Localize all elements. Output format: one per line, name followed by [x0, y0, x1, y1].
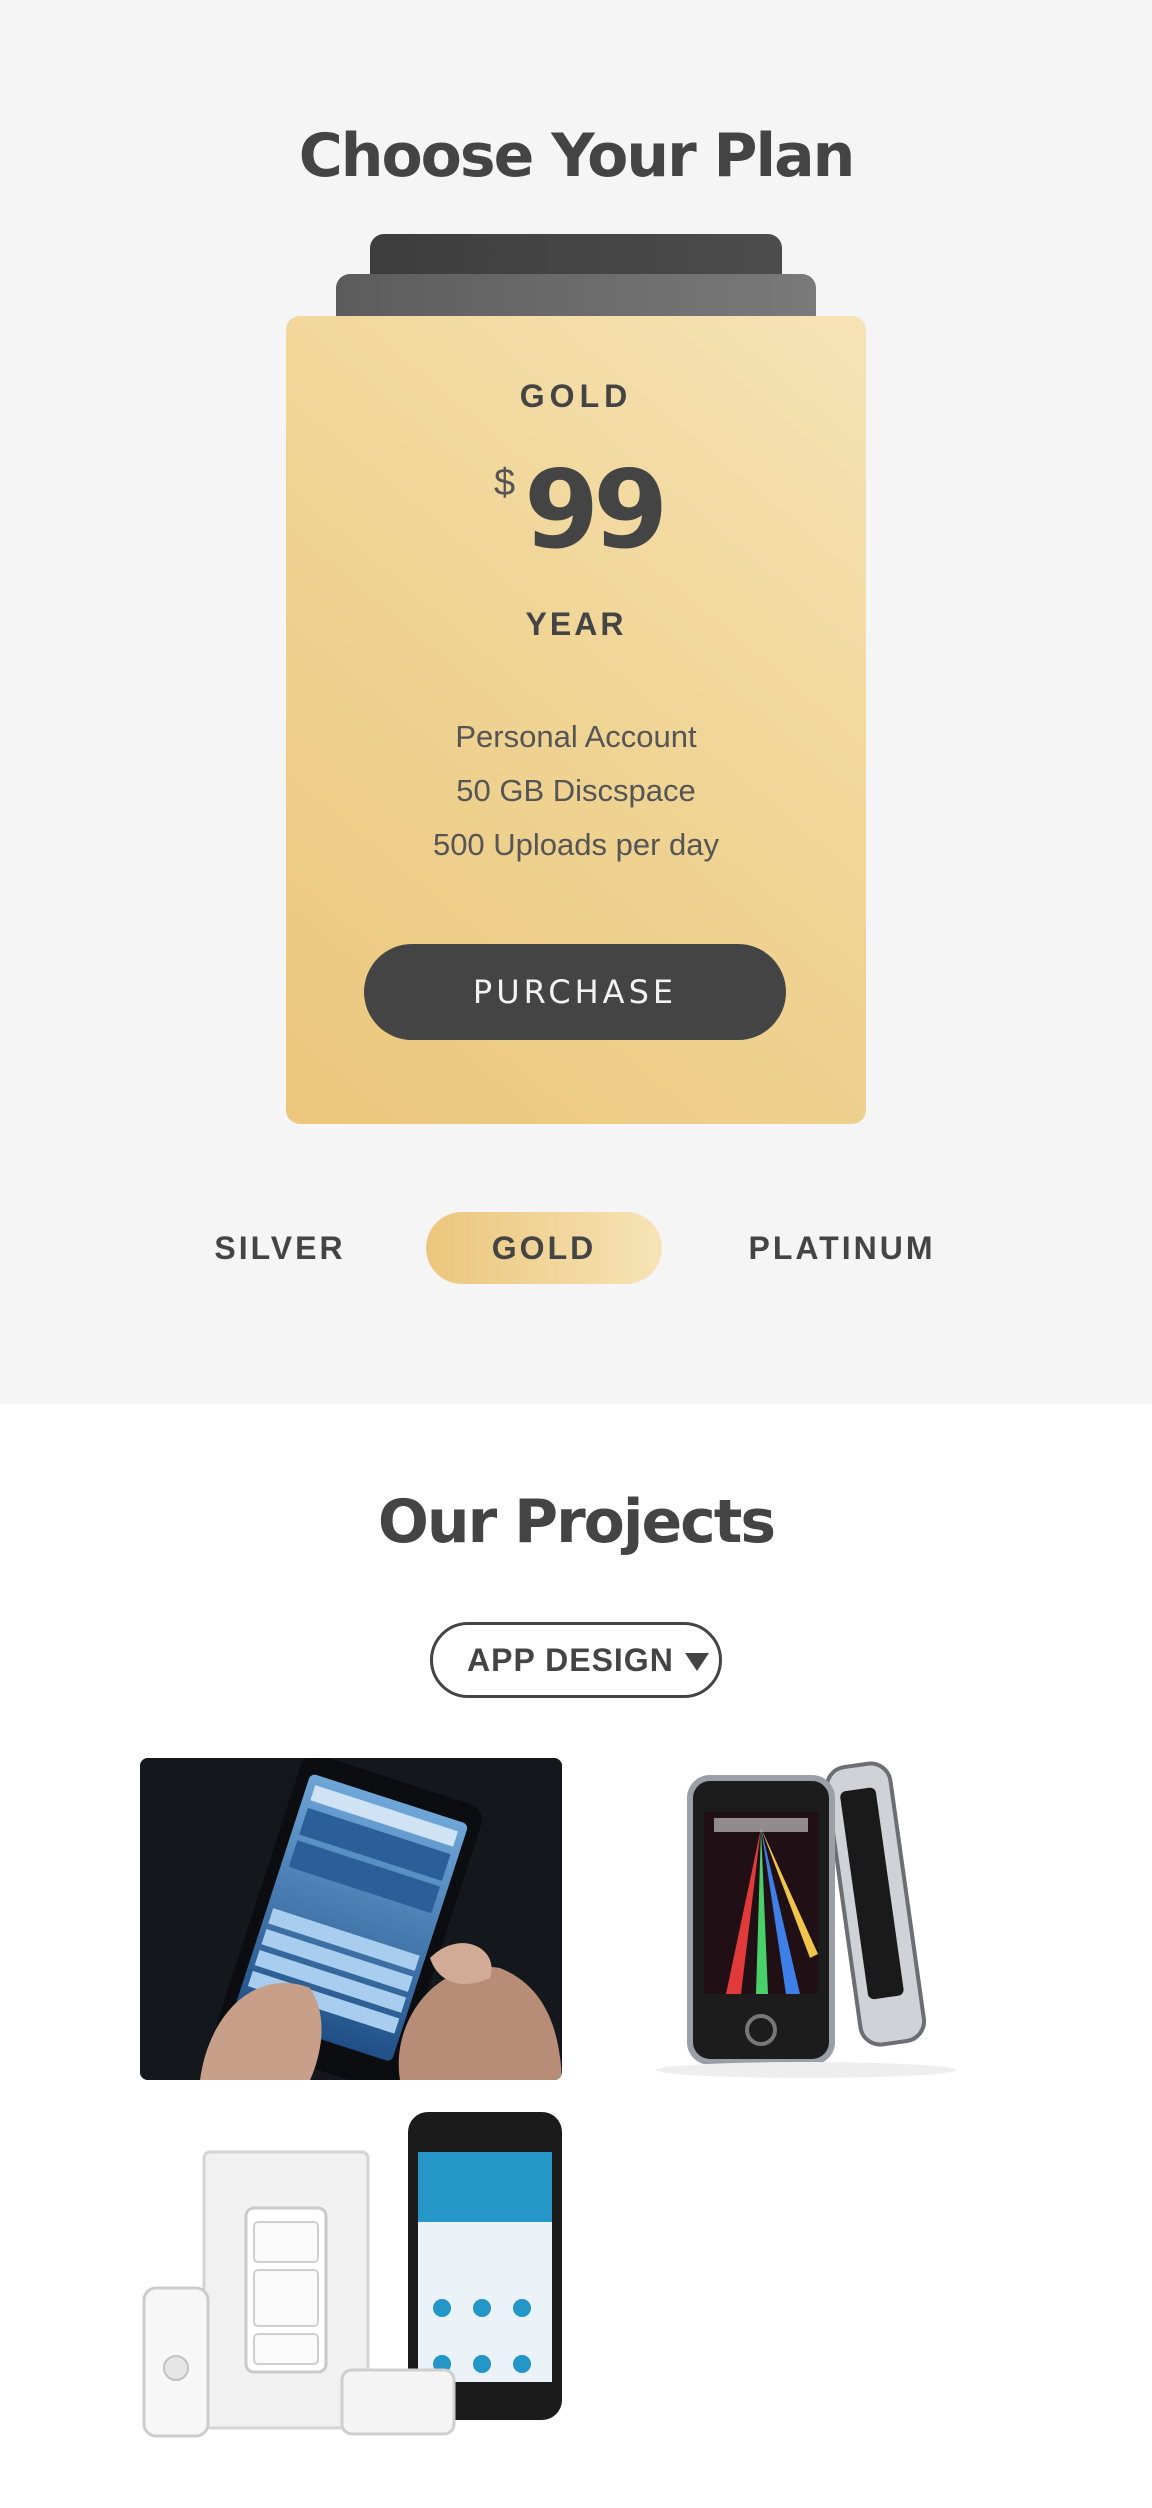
pricing-title: Choose Your Plan [298, 121, 856, 191]
feature-list: Personal Account 50 GB Discspace 500 Upl… [286, 710, 866, 872]
music-player-image [606, 1758, 1012, 2080]
projects-title: Our Projects [377, 1487, 776, 1557]
feature-item: 50 GB Discspace [456, 773, 696, 808]
purchase-button[interactable]: PURCHASE [364, 944, 786, 1040]
plan-tabs: SILVER GOLD PLATINUM [0, 1212, 1152, 1284]
price-amount: 99 [524, 448, 668, 573]
project-filter-dropdown[interactable]: APP DESIGN [430, 1622, 722, 1698]
price-currency: $ [494, 462, 516, 504]
project-thumbnail-smart-home[interactable] [140, 2112, 562, 2442]
price-period: YEAR [525, 606, 627, 642]
project-thumbnail-phone-keyboard[interactable] [140, 1758, 562, 2080]
tab-gold[interactable]: GOLD [426, 1212, 662, 1284]
tab-platinum[interactable]: PLATINUM [738, 1212, 946, 1284]
feature-item: Personal Account [455, 719, 697, 754]
feature-item: 500 Uploads per day [432, 827, 720, 862]
pricing-section: Choose Your Plan GOLD $ 99 YEAR Personal… [0, 0, 1152, 1404]
phone-keyboard-image [140, 1758, 562, 2080]
plan-card: GOLD $ 99 YEAR Personal Account 50 GB Di… [286, 316, 866, 1124]
project-thumbnail-music-player[interactable] [606, 1758, 1012, 2080]
plan-name: GOLD [519, 378, 633, 414]
caret-down-icon [685, 1653, 709, 1671]
filter-label: APP DESIGN [467, 1642, 674, 1678]
smart-home-image [140, 2112, 562, 2442]
tab-silver[interactable]: SILVER [200, 1212, 360, 1284]
